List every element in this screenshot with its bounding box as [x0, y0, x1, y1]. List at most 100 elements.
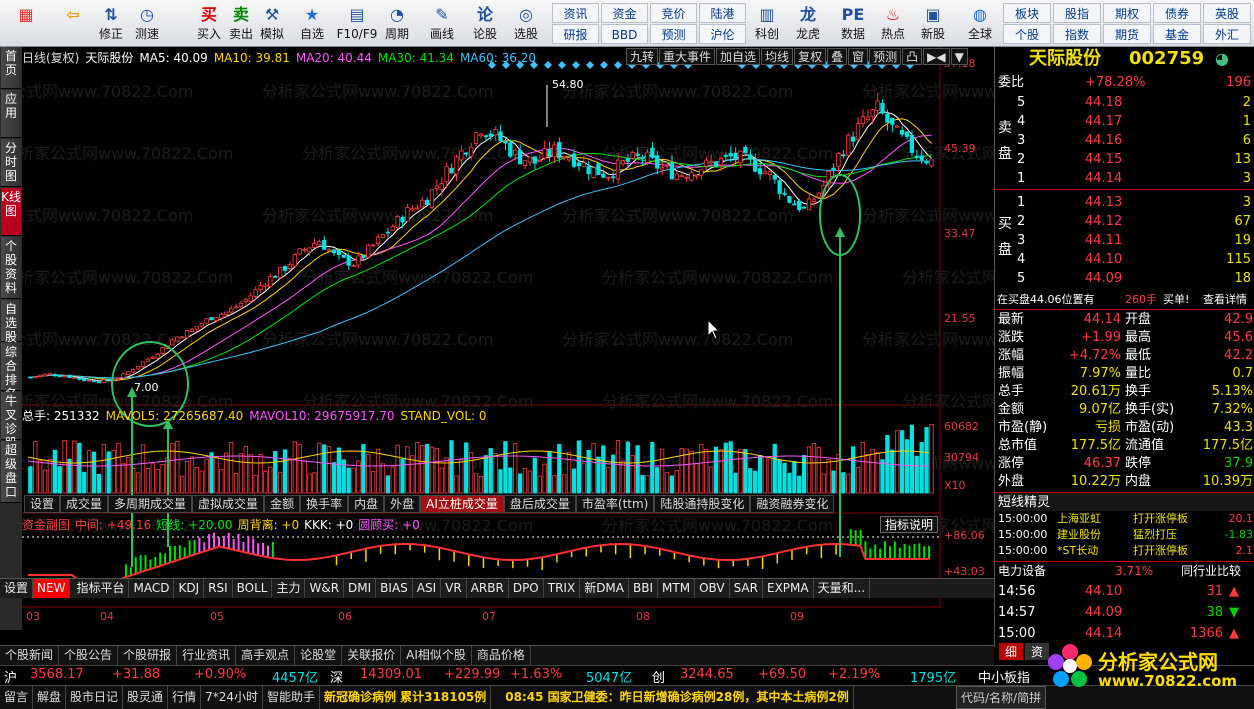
bid-row[interactable]: 2 44.12 67 — [995, 212, 1254, 231]
toolbar-market-link[interactable]: 债券 — [1153, 3, 1201, 23]
indicator-tab-10[interactable]: BIAS — [376, 579, 413, 598]
toolbar-market-link[interactable]: 基金 — [1153, 24, 1201, 44]
left-tab-1[interactable]: 应用 — [1, 90, 21, 138]
indicator-tab-20[interactable]: SAR — [730, 579, 763, 598]
toolbar-btn-11[interactable]: 论论股 — [468, 2, 502, 45]
elves-row[interactable]: 15:00:00 *ST长动 打开涨停板 2.1 — [995, 543, 1254, 559]
ticker-field[interactable]: 创 — [652, 667, 665, 686]
vol-tab-1[interactable]: 成交量 — [60, 495, 109, 513]
info-tab-0[interactable]: 个股新闻 — [0, 646, 60, 665]
chart-tool-6[interactable]: 窗 — [848, 48, 869, 65]
toolbar-btn-12[interactable]: ◎ 选股 — [506, 2, 546, 45]
view-detail-link[interactable]: 查看详情 — [1203, 290, 1247, 309]
toolbar-btn-6[interactable]: ⚒ 模拟 — [256, 2, 288, 45]
toolbar-btn-18[interactable]: ◍ 全球 — [962, 2, 998, 45]
vol-tab-10[interactable]: 市盈率(ttm) — [575, 495, 655, 513]
indicator-tab-16[interactable]: 新DMA — [580, 579, 629, 598]
news-ticker-2[interactable]: 08:45 国家卫健委：昨日新增确诊病例28例，其中本土病例2例 — [491, 686, 854, 709]
toolbar-link[interactable]: 资金 — [601, 3, 648, 23]
chart-tool-8[interactable]: 凸 — [902, 48, 923, 65]
bid-row[interactable]: 1 44.13 3 — [995, 193, 1254, 212]
info-tab-7[interactable]: AI相似个股 — [401, 646, 472, 665]
toolbar-btn-3[interactable]: ◷ 测速 — [130, 2, 164, 45]
indicator-tab-19[interactable]: OBV — [695, 579, 730, 598]
info-tab-8[interactable]: 商品价格 — [472, 646, 531, 665]
vol-tab-3[interactable]: 虚拟成交量 — [192, 495, 265, 513]
toolbar-link[interactable]: 预测 — [650, 24, 697, 44]
indicator-tab-22[interactable]: 天量和... — [814, 579, 871, 598]
indicator-tab-2[interactable]: 指标平台 — [72, 579, 130, 598]
toolbar-market-link[interactable]: 期货 — [1103, 24, 1151, 44]
toolbar-link[interactable]: 资讯 — [552, 3, 599, 23]
chart-tool-0[interactable]: 九转 — [626, 48, 659, 65]
toolbar-btn-1[interactable]: ⇦ — [56, 2, 90, 45]
toolbar-link[interactable]: 研报 — [552, 24, 599, 44]
chart-area[interactable]: 分析家公式网www.70822.Com 分析家公式网www.70822.Com 分析… — [22, 47, 994, 630]
bid-row[interactable]: 3 44.11 19 — [995, 231, 1254, 250]
info-tab-6[interactable]: 关联报价 — [342, 646, 402, 665]
toolbar-btn-17[interactable]: ▣ 新股 — [914, 2, 952, 45]
toolbar-market-link[interactable]: 指数 — [1053, 24, 1101, 44]
ticker-field[interactable]: 沪 — [4, 667, 17, 686]
chart-tool-3[interactable]: 均线 — [761, 48, 794, 65]
toolbar-btn-13[interactable]: ▥ 科创 — [748, 2, 786, 45]
left-tab-0[interactable]: 首页 — [1, 47, 21, 89]
toolbar-btn-10[interactable]: ✎ 画线 — [420, 2, 464, 45]
left-tab-4[interactable]: 个股资料 — [1, 237, 21, 299]
chart-tool-7[interactable]: 预测 — [869, 48, 902, 65]
left-tab-6[interactable]: 综合排名 — [1, 343, 21, 401]
industry-compare-button[interactable]: 同行业比较 — [1181, 562, 1241, 581]
ask-row[interactable]: 4 44.17 1 — [995, 112, 1254, 131]
left-tab-8[interactable]: 超级盘口 — [1, 441, 21, 503]
indicator-tab-3[interactable]: MACD — [129, 579, 175, 598]
toolbar-btn-15[interactable]: PE 数据 — [834, 2, 872, 45]
info-tab-4[interactable]: 高手观点 — [236, 646, 296, 665]
indicator-tab-8[interactable]: W&R — [305, 579, 345, 598]
ask-row[interactable]: 3 44.16 6 — [995, 131, 1254, 150]
info-tab-5[interactable]: 论股堂 — [295, 646, 343, 665]
info-tab-2[interactable]: 个股研报 — [118, 646, 178, 665]
toolbar-market-link[interactable]: 外汇 — [1203, 24, 1251, 44]
vol-tab-6[interactable]: 内盘 — [348, 495, 385, 513]
left-tab-2[interactable]: 分时图 — [1, 139, 21, 187]
toolbar-market-link[interactable]: 板块 — [1003, 3, 1051, 23]
toolbar-btn-5[interactable]: 卖卖出 — [226, 2, 256, 45]
vol-tab-12[interactable]: 融资融券变化 — [750, 495, 835, 513]
vol-tab-7[interactable]: 外盘 — [384, 495, 421, 513]
toolbar-market-link[interactable]: 英股 — [1203, 3, 1251, 23]
toolbar-market-link[interactable]: 期权 — [1103, 3, 1151, 23]
info-tab-1[interactable]: 个股公告 — [59, 646, 119, 665]
bid-row[interactable]: 5 44.09 18 — [995, 269, 1254, 288]
indicator-tab-14[interactable]: DPO — [509, 579, 544, 598]
left-tab-7[interactable]: 牛叉诊股 — [1, 392, 21, 450]
chart-tool-9[interactable]: ▶◀ — [923, 48, 950, 65]
pie-chart-icon[interactable]: ◕ — [1215, 49, 1229, 68]
left-tab-3[interactable]: K线图 — [1, 188, 21, 236]
elves-row[interactable]: 15:00:00 上海亚虹 打开涨停板 20.1 — [995, 511, 1254, 527]
indicator-tab-15[interactable]: TRIX — [544, 579, 581, 598]
toolbar-market-link[interactable]: 个股 — [1003, 24, 1051, 44]
chart-tool-2[interactable]: 加自选 — [716, 48, 761, 65]
status-item-4[interactable]: 行情 — [168, 686, 202, 709]
bid-row[interactable]: 4 44.10 115 — [995, 250, 1254, 269]
indicator-tab-5[interactable]: RSI — [204, 579, 233, 598]
status-item-5[interactable]: 7*24小时 — [201, 686, 263, 709]
ticker-field[interactable]: 深 — [330, 667, 343, 686]
info-tab-3[interactable]: 行业资讯 — [177, 646, 237, 665]
toolbar-btn-9[interactable]: ◔ 周期 — [378, 2, 416, 45]
indicator-tab-9[interactable]: DMI — [344, 579, 377, 598]
status-item-1[interactable]: 解盘 — [33, 686, 67, 709]
status-item-0[interactable]: 留言 — [0, 686, 34, 709]
status-item-3[interactable]: 股灵通 — [123, 686, 169, 709]
toolbar-market-link[interactable]: 股指 — [1053, 3, 1101, 23]
vol-tab-0[interactable]: 设置 — [24, 495, 61, 513]
toolbar-link[interactable]: 陆港 — [699, 3, 746, 23]
indicator-tab-18[interactable]: MTM — [658, 579, 696, 598]
vol-tab-11[interactable]: 陆股通持股变化 — [654, 495, 751, 513]
toolbar-btn-4[interactable]: 买买入 — [194, 2, 224, 45]
indicator-tab-12[interactable]: VR — [441, 579, 467, 598]
left-tab-5[interactable]: 自选股 — [1, 300, 21, 344]
toolbar-btn-8[interactable]: ▤ F10/F9 — [336, 2, 378, 45]
indicator-tab-17[interactable]: BBI — [629, 579, 659, 598]
vol-tab-5[interactable]: 换手率 — [300, 495, 349, 513]
